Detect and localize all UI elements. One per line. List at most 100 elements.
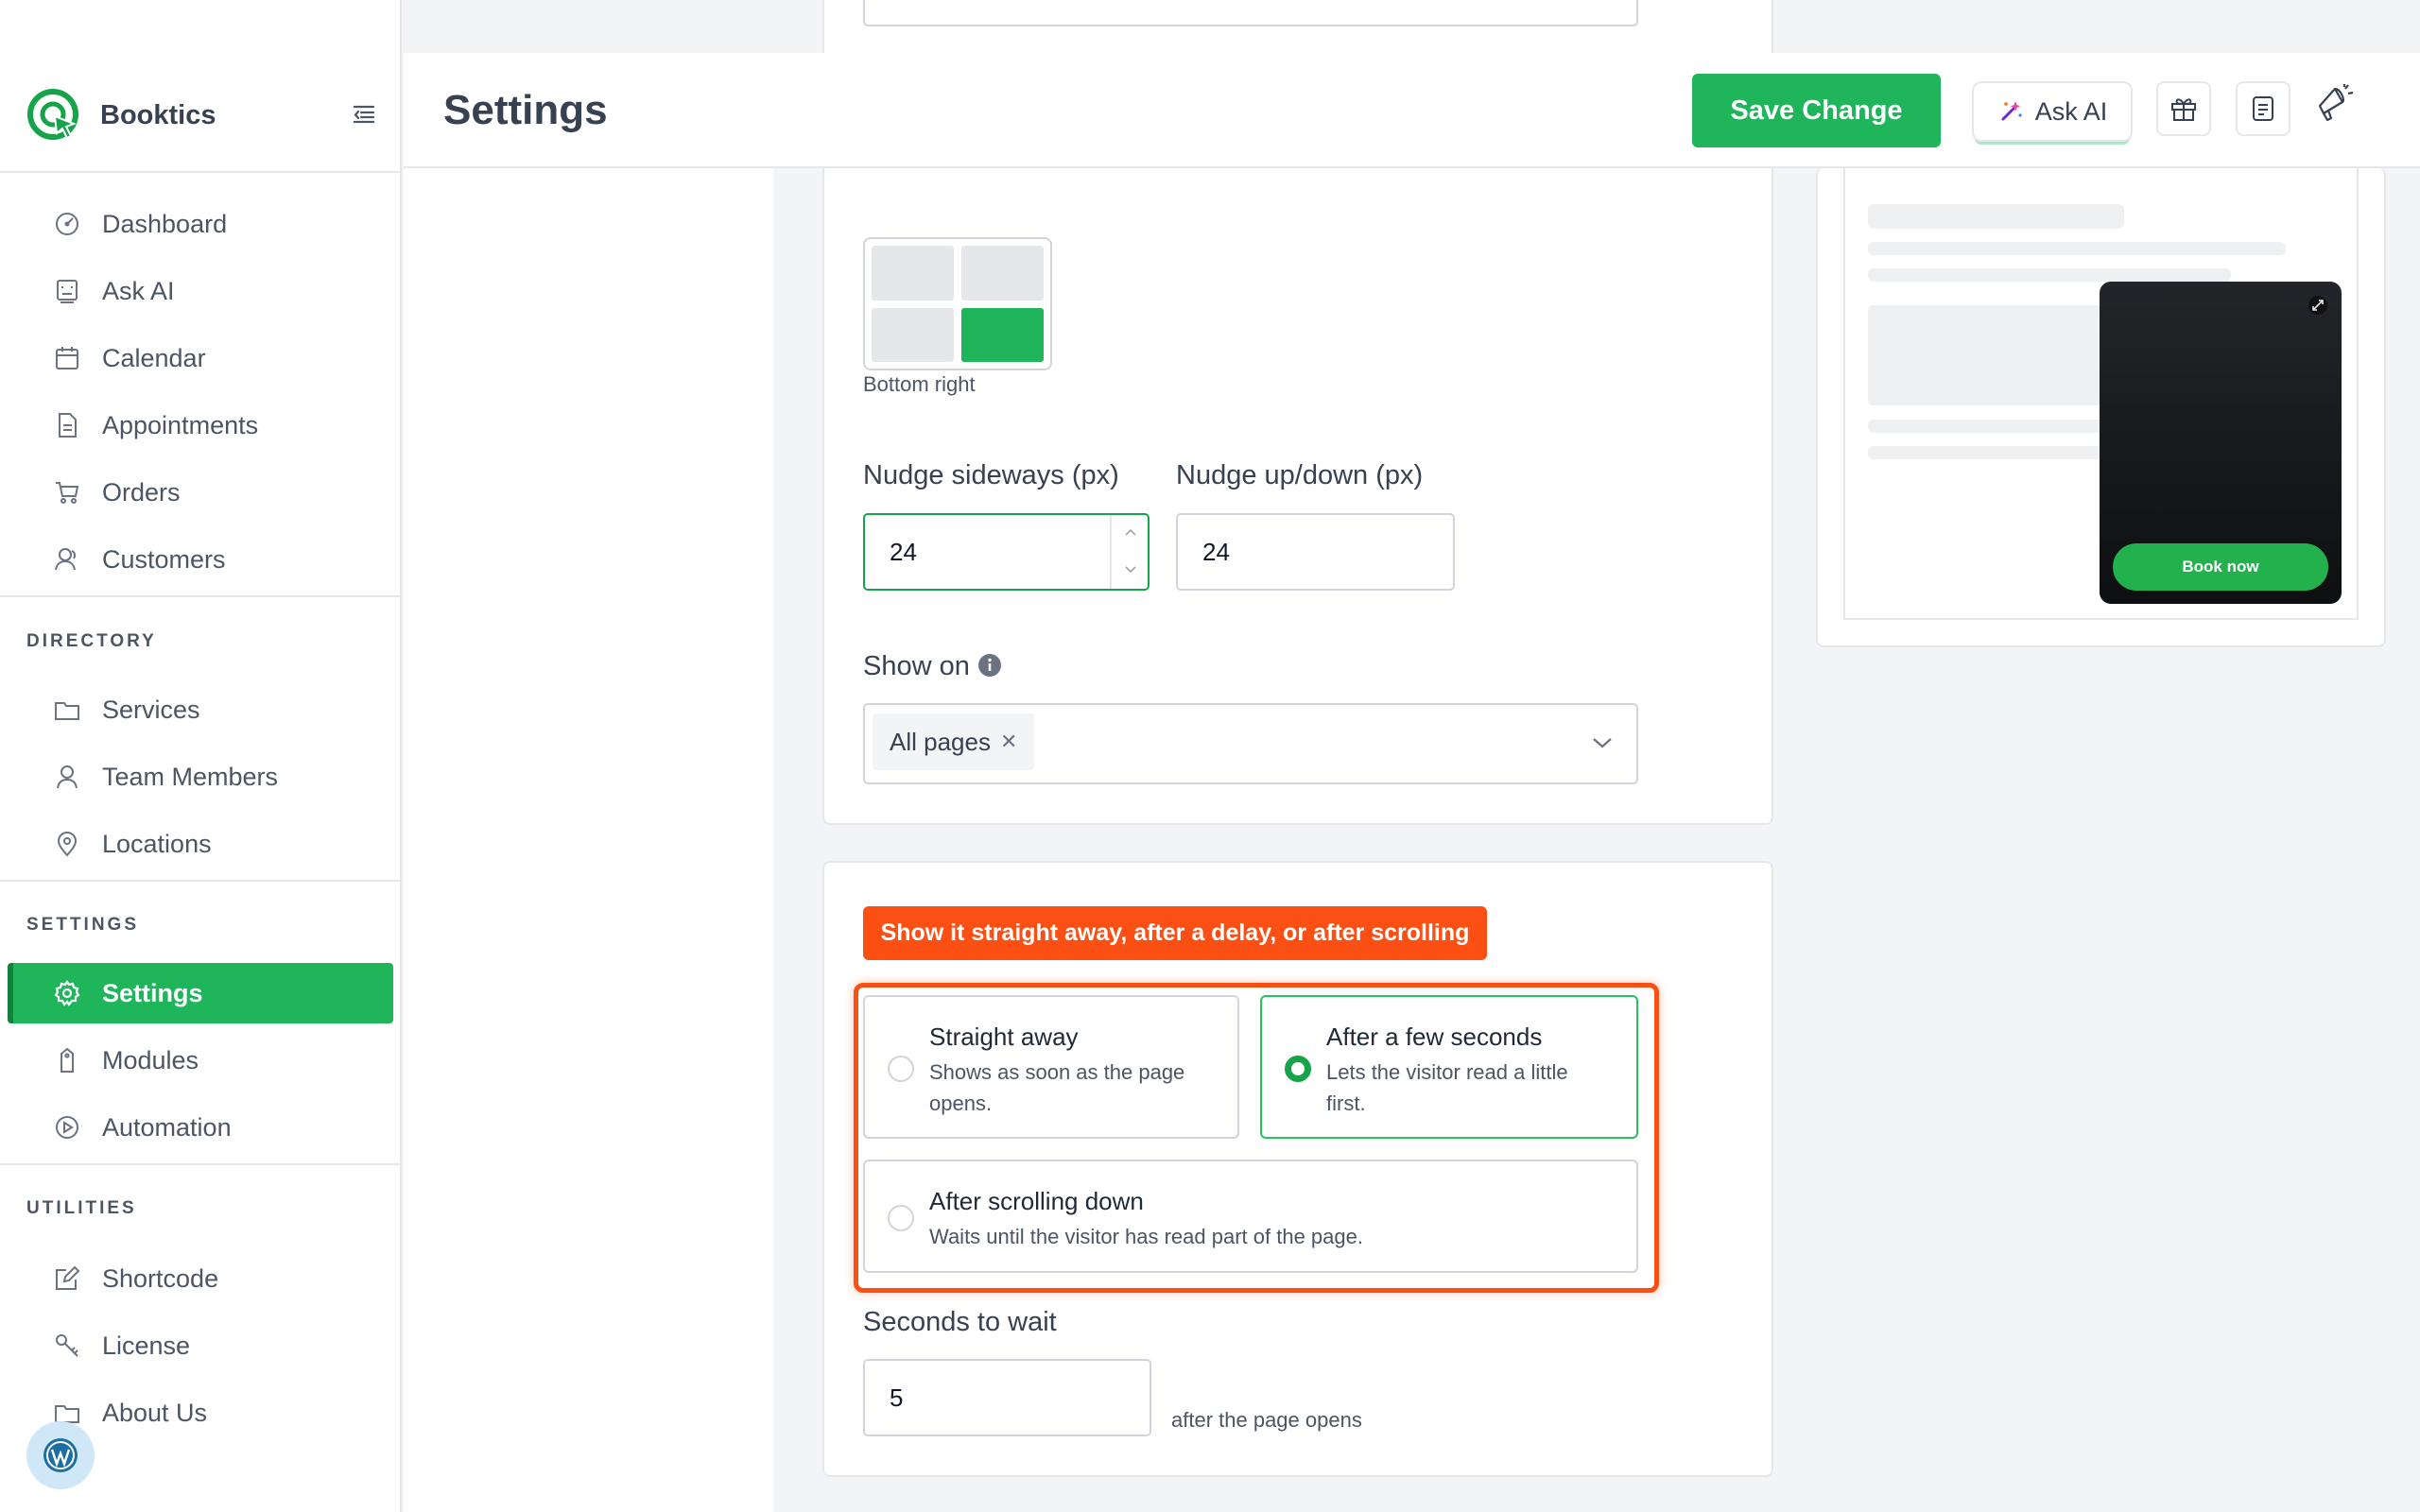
ask-ai-button[interactable]: Ask AI <box>1972 81 2133 142</box>
chevron-up-icon[interactable] <box>1123 526 1138 538</box>
content-left-panel <box>404 168 773 1512</box>
edit-icon <box>56 1265 80 1290</box>
option-description: Lets the visitor read a little <box>1326 1060 1568 1084</box>
nudge-updown-input[interactable]: 24 <box>1176 513 1455 591</box>
option-title: After scrolling down <box>929 1187 1144 1215</box>
timing-option-straight-away[interactable]: Straight away Shows as soon as the page … <box>863 995 1239 1139</box>
book-now-button[interactable]: Book now <box>2113 543 2328 591</box>
nudge-sideways-label: Nudge sideways (px) <box>863 460 1119 490</box>
placement-top-left[interactable] <box>872 246 954 301</box>
timing-callout: Show it straight away, after a delay, or… <box>863 906 1487 960</box>
save-change-button[interactable]: Save Change <box>1692 74 1941 147</box>
sidebar-item-orders[interactable]: Orders <box>8 462 393 523</box>
sidebar-item-customers[interactable]: Customers <box>8 529 393 590</box>
nudge-updown-value: 24 <box>1202 537 1230 566</box>
placement-selected-label: Bottom right <box>863 372 976 396</box>
cart-icon <box>56 482 79 504</box>
seconds-helper-text: after the page opens <box>1171 1408 1362 1432</box>
divider <box>0 1163 400 1165</box>
placement-top-right[interactable] <box>961 246 1044 301</box>
sidebar-item-settings[interactable]: Settings <box>8 963 393 1023</box>
sidebar-item-ask-ai[interactable]: Ask AI <box>8 261 393 321</box>
sidebar-item-dashboard[interactable]: Dashboard <box>8 194 393 254</box>
placement-bottom-right[interactable] <box>961 307 1044 362</box>
option-description: opens. <box>929 1091 993 1115</box>
sidebar-item-label: Automation <box>102 1112 232 1142</box>
section-title-directory: DIRECTORY <box>26 631 157 651</box>
sidebar-item-automation[interactable]: Automation <box>8 1097 393 1158</box>
wordpress-badge[interactable] <box>26 1421 95 1489</box>
option-description: Shows as soon as the page <box>929 1060 1185 1084</box>
sidebar-item-label: Orders <box>102 477 181 507</box>
sidebar-item-team-members[interactable]: Team Members <box>8 747 393 807</box>
sidebar-item-label: Appointments <box>102 410 259 439</box>
location-pin-icon <box>57 832 78 857</box>
sidebar-item-modules[interactable]: Modules <box>8 1030 393 1091</box>
calendar-icon <box>56 347 78 369</box>
show-on-label: Show on <box>863 651 970 681</box>
section-title-settings: SETTINGS <box>26 915 140 935</box>
show-on-chip: All pages ✕ <box>873 713 1035 770</box>
gear-icon <box>54 980 80 1006</box>
sidebar-item-label: Services <box>102 695 200 724</box>
remove-chip-icon[interactable]: ✕ <box>1000 730 1017 754</box>
customers-icon <box>55 548 77 571</box>
sidebar-item-label: Locations <box>102 829 212 858</box>
option-title: After a few seconds <box>1326 1022 1543 1051</box>
placement-picker[interactable] <box>863 237 1052 370</box>
sidebar-item-appointments[interactable]: Appointments <box>8 395 393 455</box>
sidebar-item-locations[interactable]: Locations <box>8 814 393 874</box>
truncated-input[interactable] <box>863 0 1638 26</box>
timing-option-after-few-seconds[interactable]: After a few seconds Lets the visitor rea… <box>1260 995 1638 1139</box>
nudge-updown-label: Nudge up/down (px) <box>1176 460 1424 490</box>
number-stepper[interactable] <box>1110 515 1148 589</box>
expand-icon[interactable] <box>2308 295 2328 316</box>
option-description: first. <box>1326 1091 1366 1115</box>
magic-wand-icon <box>2001 101 2022 121</box>
placement-bottom-left[interactable] <box>872 307 954 362</box>
sidebar-item-label: Shortcode <box>102 1263 219 1293</box>
notes-icon <box>2253 96 2273 121</box>
dashboard-icon <box>56 213 78 235</box>
sidebar-item-label: Settings <box>102 978 203 1007</box>
sidebar-item-calendar[interactable]: Calendar <box>8 328 393 388</box>
divider <box>0 171 400 173</box>
seconds-to-wait-input[interactable]: 5 <box>863 1359 1151 1436</box>
collapse-menu-icon[interactable] <box>352 102 376 127</box>
nudge-sideways-value: 24 <box>890 537 917 566</box>
nudge-sideways-input[interactable]: 24 <box>863 513 1150 591</box>
sidebar-item-label: About Us <box>102 1398 208 1427</box>
notes-button[interactable] <box>2236 81 2290 136</box>
skeleton-block <box>1868 305 2114 405</box>
sidebar-item-label: Dashboard <box>102 209 228 238</box>
megaphone-icon[interactable] <box>2314 81 2358 125</box>
sidebar-item-services[interactable]: Services <box>8 679 393 740</box>
top-header: Settings Save Change Ask AI <box>404 53 2420 168</box>
wordpress-icon <box>43 1438 78 1472</box>
skeleton-line <box>1868 268 2231 282</box>
sidebar: Booktics Dashboard Ask AI Calendar Appoi… <box>0 0 402 1512</box>
user-icon <box>57 765 78 789</box>
skeleton-line <box>1868 420 2114 433</box>
info-icon[interactable] <box>977 653 1002 678</box>
module-tag-icon <box>60 1047 74 1073</box>
radio-button[interactable] <box>888 1205 914 1231</box>
gift-button[interactable] <box>2156 81 2211 136</box>
sidebar-item-label: Modules <box>102 1045 199 1074</box>
skeleton-line <box>1868 242 2286 255</box>
option-description: Waits until the visitor has read part of… <box>929 1225 1363 1248</box>
radio-button[interactable] <box>888 1056 914 1082</box>
ask-ai-icon <box>57 280 78 303</box>
key-icon <box>56 1334 78 1357</box>
booktics-logo-icon <box>27 89 78 140</box>
sidebar-item-label: License <box>102 1331 191 1360</box>
chevron-down-icon[interactable] <box>1123 564 1138 576</box>
sidebar-item-label: Team Members <box>102 762 279 791</box>
chevron-down-icon[interactable] <box>1590 733 1615 752</box>
timing-option-after-scrolling[interactable]: After scrolling down Waits until the vis… <box>863 1160 1638 1273</box>
radio-button-selected[interactable] <box>1285 1056 1311 1082</box>
play-circle-icon <box>56 1116 78 1139</box>
sidebar-item-shortcode[interactable]: Shortcode <box>8 1248 393 1309</box>
sidebar-item-license[interactable]: License <box>8 1315 393 1376</box>
option-title: Straight away <box>929 1022 1079 1051</box>
